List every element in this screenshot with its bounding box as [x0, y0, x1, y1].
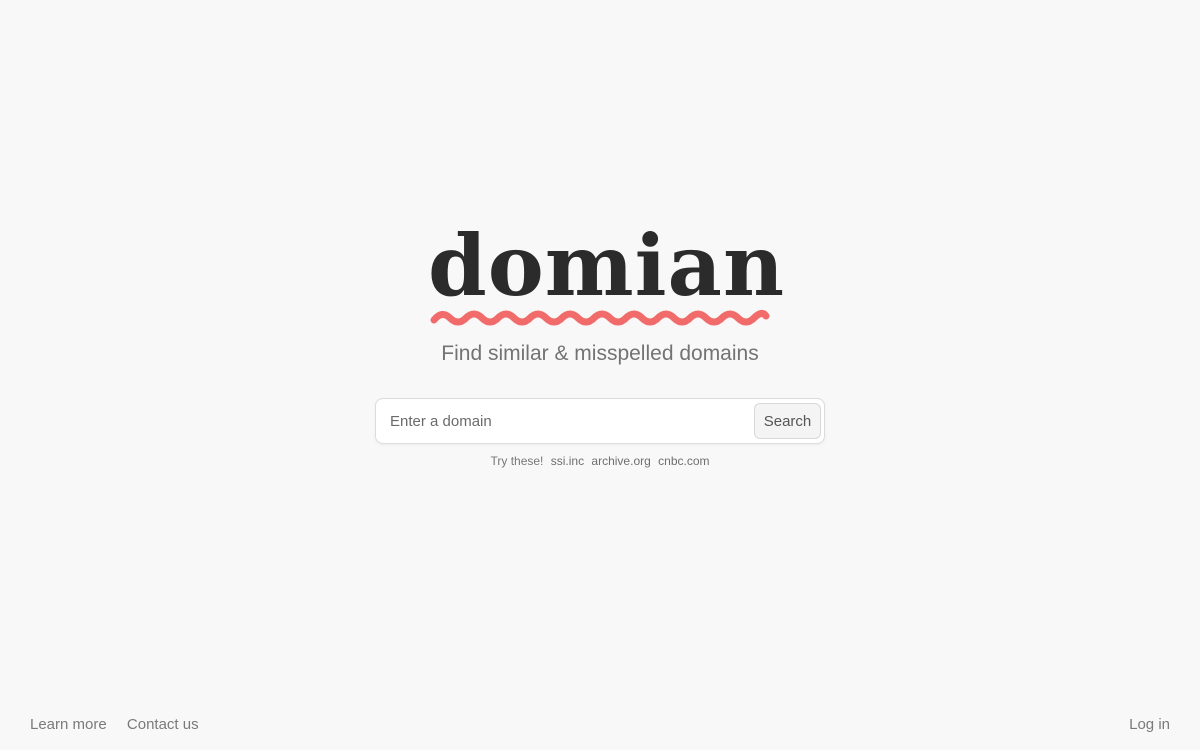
suggestion-ssi-inc[interactable]: ssi.inc [551, 454, 584, 468]
suggestion-archive-org[interactable]: archive.org [591, 454, 650, 468]
contact-us-link[interactable]: Contact us [127, 716, 199, 733]
domain-search-input[interactable] [390, 409, 750, 433]
suggestion-cnbc-com[interactable]: cnbc.com [658, 454, 709, 468]
learn-more-link[interactable]: Learn more [30, 716, 107, 733]
squiggle-underline [430, 309, 770, 326]
log-in-link[interactable]: Log in [1129, 716, 1170, 733]
footer-left-links: Learn more Contact us [30, 716, 215, 733]
main-content: domian Find similar & misspelled domains… [0, 0, 1200, 750]
footer-right-links: Log in [1129, 716, 1170, 733]
logo-wordmark: domian [428, 216, 786, 315]
suggestions-label: Try these! [490, 454, 544, 468]
search-form: Search [375, 398, 825, 444]
search-button[interactable]: Search [754, 403, 821, 439]
tagline: Find similar & misspelled domains [441, 342, 759, 365]
suggestions-row: Try these! ssi.inc archive.org cnbc.com [400, 454, 800, 468]
